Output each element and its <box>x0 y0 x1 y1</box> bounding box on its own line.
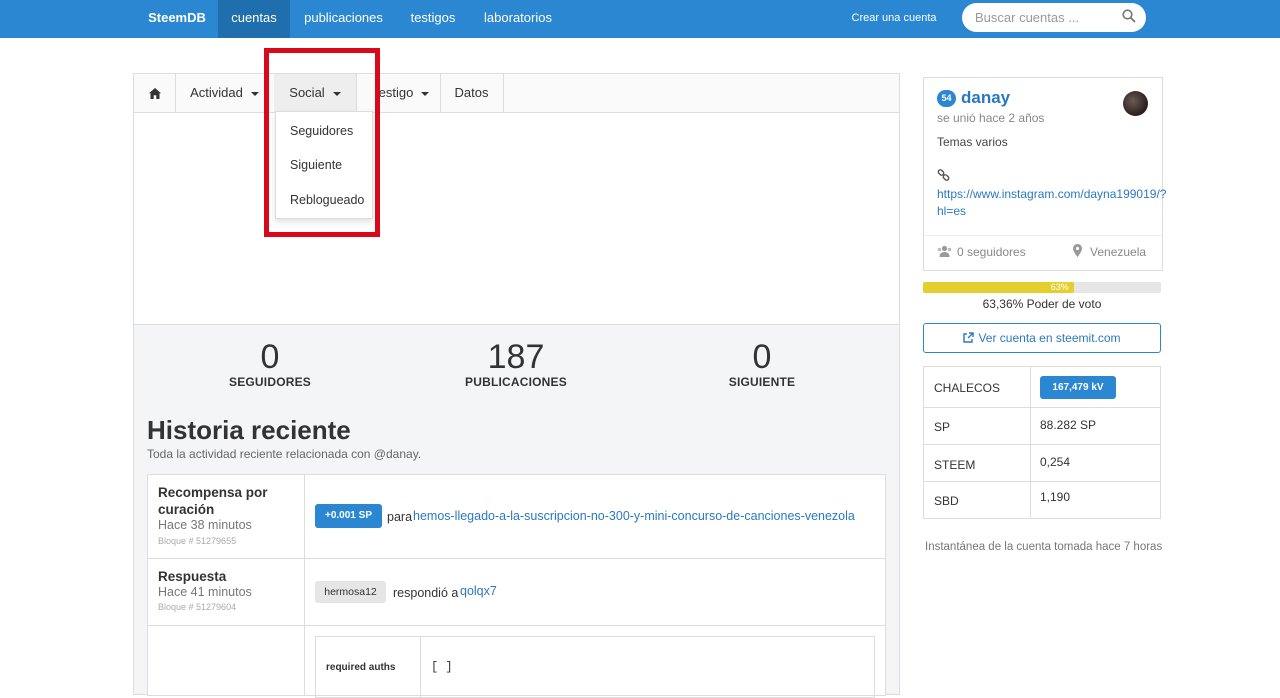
wallet-label: SP <box>934 420 951 434</box>
search-placeholder: Buscar cuentas ... <box>975 10 1080 25</box>
location-text: Venezuela <box>1090 245 1147 259</box>
brand-link[interactable]: SteemDB <box>136 0 218 38</box>
view-on-steemit-button[interactable]: Ver cuenta en steemit.com <box>923 323 1161 353</box>
search-icon[interactable] <box>1122 9 1136 23</box>
nav-testigos[interactable]: testigos <box>397 0 469 38</box>
nav-publicaciones[interactable]: publicaciones <box>290 0 397 38</box>
tab-actividad-label: Actividad <box>190 85 243 100</box>
website-link[interactable]: https://www.instagram.com/dayna199019/? … <box>937 186 1166 220</box>
profile-card: 54 danay se unió hace 2 años Temas vario… <box>923 77 1166 271</box>
row-divider <box>148 625 885 626</box>
panel-top-area: Actividad Social estigo Datos <box>134 74 899 325</box>
about-text: Temas varios <box>937 135 1008 149</box>
card-divider <box>924 235 1162 236</box>
wallet-label: CHALECOS <box>934 381 1001 395</box>
tab-actividad[interactable]: Actividad <box>175 74 275 112</box>
link-icon <box>937 169 950 181</box>
avatar[interactable] <box>1123 91 1148 116</box>
voting-power-bar-label: 63% <box>1050 282 1069 292</box>
row-divider <box>148 558 885 559</box>
stat-followers: 0 SEGUIDORES <box>215 339 325 389</box>
home-icon <box>148 88 161 100</box>
table-row: SP 88.282 SP <box>924 408 1160 445</box>
users-icon <box>937 245 952 257</box>
post-link[interactable]: hemos-llegado-a-la-suscripcion-no-300-y-… <box>413 509 855 523</box>
wallet-value: 88.282 SP <box>1040 418 1097 432</box>
voting-power-fill: 63% <box>923 282 1074 293</box>
website-link-line2: hl=es <box>937 204 967 218</box>
map-marker-icon <box>1073 244 1082 257</box>
view-on-steemit-label: Ver cuenta en steemit.com <box>978 331 1121 345</box>
joined-text: se unió hace 2 años <box>937 111 1045 125</box>
wallet-label: SBD <box>934 494 959 508</box>
vests-badge: 167,479 kV <box>1040 376 1116 399</box>
voting-power-bar: 63% <box>923 282 1161 293</box>
row-block[interactable]: Bloque # 51279655 <box>158 536 236 546</box>
snapshot-note: Instantánea de la cuenta tomada hace 7 h… <box>925 541 1163 553</box>
wallet-table: CHALECOS 167,479 kV SP 88.282 SP STEEM 0… <box>923 366 1161 519</box>
history-title: Historia reciente <box>147 415 351 445</box>
user-badge[interactable]: hermosa12 <box>315 581 386 603</box>
website-link-line1: https://www.instagram.com/dayna199019/? <box>937 187 1167 201</box>
nav-cuentas[interactable]: cuentas <box>218 0 290 38</box>
row-connector: para <box>387 510 413 524</box>
stat-posts-value: 187 <box>487 338 545 376</box>
row-time: Hace 41 minutos <box>158 585 252 599</box>
followers-count: 0 seguidores <box>957 245 1026 259</box>
row-title: Respuesta <box>158 569 227 584</box>
history-subtitle: Toda la actividad reciente relacionada c… <box>147 447 422 461</box>
auth-label: required auths <box>326 662 396 673</box>
stat-posts-label: PUBLICACIONES <box>465 375 567 389</box>
reward-badge: +0.001 SP <box>315 504 382 528</box>
reputation-badge: 54 <box>937 90 956 107</box>
wallet-value: 1,190 <box>1040 490 1071 504</box>
search-input[interactable]: Buscar cuentas ... <box>962 3 1146 32</box>
tab-home[interactable] <box>134 74 176 112</box>
auth-box: required auths [ ] <box>315 636 875 698</box>
reply-link[interactable]: qolqx7 <box>460 584 497 598</box>
row-connector: respondió a <box>393 586 459 600</box>
tab-datos[interactable]: Datos <box>440 74 504 112</box>
stat-following: 0 SIGUIENTE <box>707 339 817 389</box>
row-block[interactable]: Bloque # 51279604 <box>158 602 236 612</box>
stat-followers-value: 0 <box>260 338 280 376</box>
stat-followers-label: SEGUIDORES <box>228 375 311 389</box>
voting-power-label: 63,36% Poder de voto <box>982 297 1102 311</box>
auth-value: [ ] <box>431 660 453 674</box>
external-link-icon <box>963 332 975 343</box>
history-table: Recompensa por curación Hace 38 minutos … <box>147 474 886 698</box>
nav-laboratorios[interactable]: laboratorios <box>469 0 567 38</box>
create-account-link[interactable]: Crear una cuenta <box>846 0 942 38</box>
stat-following-value: 0 <box>752 338 772 376</box>
chevron-down-icon <box>250 91 259 96</box>
account-tabs: Actividad Social estigo Datos <box>134 74 899 113</box>
row-title: Recompensa por curación <box>158 485 268 517</box>
wallet-value: 0,254 <box>1040 455 1071 469</box>
chevron-down-icon <box>421 91 430 96</box>
top-navbar: SteemDB cuentas publicaciones testigos l… <box>0 0 1280 38</box>
stat-following-label: SIGUIENTE <box>728 375 796 389</box>
wallet-label: STEEM <box>934 458 976 472</box>
table-row: SBD 1,190 <box>924 482 1160 518</box>
row-time: Hace 38 minutos <box>158 518 252 532</box>
username-link[interactable]: danay <box>961 88 1010 108</box>
table-row: STEEM 0,254 <box>924 445 1160 482</box>
highlight-box <box>264 48 380 237</box>
stat-posts: 187 PUBLICACIONES <box>451 339 581 389</box>
auth-divider <box>420 637 421 697</box>
table-row: CHALECOS 167,479 kV <box>924 367 1160 408</box>
